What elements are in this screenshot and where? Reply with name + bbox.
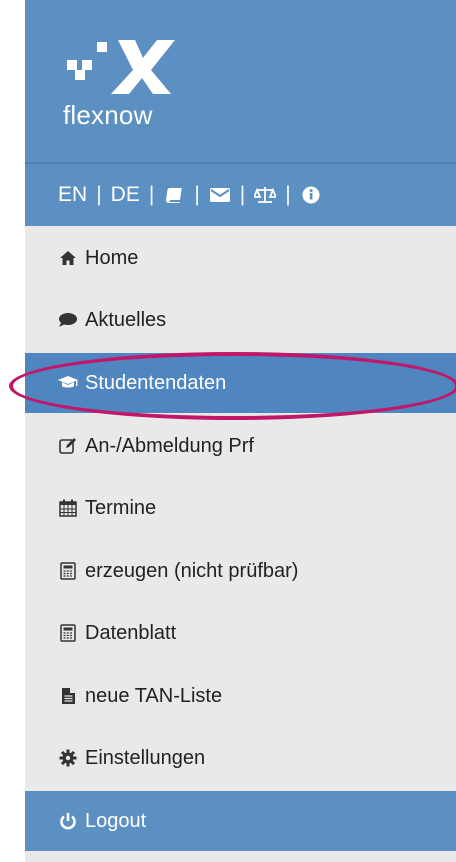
calculator-icon	[57, 622, 79, 644]
menu-item-erzeugen[interactable]: erzeugen (nicht prüfbar)	[25, 541, 456, 601]
menu-item-neue-tan-liste[interactable]: neue TAN-Liste	[25, 666, 456, 726]
menu-item-datenblatt[interactable]: Datenblatt	[25, 603, 456, 663]
brand-header: flexnow	[25, 0, 456, 162]
lang-en-link[interactable]: EN	[58, 183, 87, 207]
menu-item-label: Aktuelles	[85, 308, 167, 331]
flexnow-logo[interactable]: flexnow	[63, 32, 203, 142]
book-icon[interactable]	[163, 184, 185, 206]
calendar-icon	[57, 497, 79, 519]
home-icon	[57, 247, 79, 269]
flexnow-logo-mark-icon	[67, 40, 175, 94]
separator: |	[285, 183, 291, 206]
menu-item-label: Studentendaten	[85, 371, 227, 394]
logout-button[interactable]: Logout	[25, 791, 456, 851]
separator: |	[96, 183, 102, 206]
balance-scale-icon[interactable]	[254, 184, 277, 206]
comment-icon	[57, 309, 79, 331]
info-circle-icon[interactable]	[300, 184, 322, 206]
menu-item-studentendaten[interactable]: Studentendaten	[25, 353, 456, 413]
menu-item-home[interactable]: Home	[25, 228, 456, 288]
language-bar: EN | DE | | | |	[25, 162, 456, 226]
lang-de-link[interactable]: DE	[111, 183, 140, 207]
graduation-cap-icon	[57, 372, 79, 394]
edit-icon	[57, 435, 79, 457]
menu-item-label: Einstellungen	[85, 746, 206, 769]
power-icon	[57, 810, 79, 832]
menu-item-einstellungen[interactable]: Einstellungen	[25, 728, 456, 788]
envelope-icon[interactable]	[209, 184, 231, 206]
separator: |	[194, 183, 200, 206]
calculator-icon	[57, 560, 79, 582]
separator: |	[148, 183, 155, 206]
logo-text: flexnow	[63, 100, 153, 130]
menu-item-aktuelles[interactable]: Aktuelles	[25, 290, 456, 350]
logout-label: Logout	[85, 809, 147, 832]
menu-item-label: neue TAN-Liste	[85, 684, 223, 707]
menu-item-label: Home	[85, 246, 139, 269]
menu-item-label: Datenblatt	[85, 621, 177, 644]
file-text-icon	[57, 685, 79, 707]
menu-item-label: An-/Abmeldung Prf	[85, 434, 254, 457]
separator: |	[239, 183, 246, 206]
menu-item-termine[interactable]: Termine	[25, 478, 456, 538]
menu-item-label: Termine	[85, 496, 157, 519]
gear-icon	[57, 747, 79, 769]
menu-item-an-abmeldung-prf[interactable]: An-/Abmeldung Prf	[25, 416, 456, 476]
sidebar: flexnow EN | DE | | | | Home Aktuelles S…	[25, 0, 456, 862]
menu-item-label: erzeugen (nicht prüfbar)	[85, 559, 299, 582]
